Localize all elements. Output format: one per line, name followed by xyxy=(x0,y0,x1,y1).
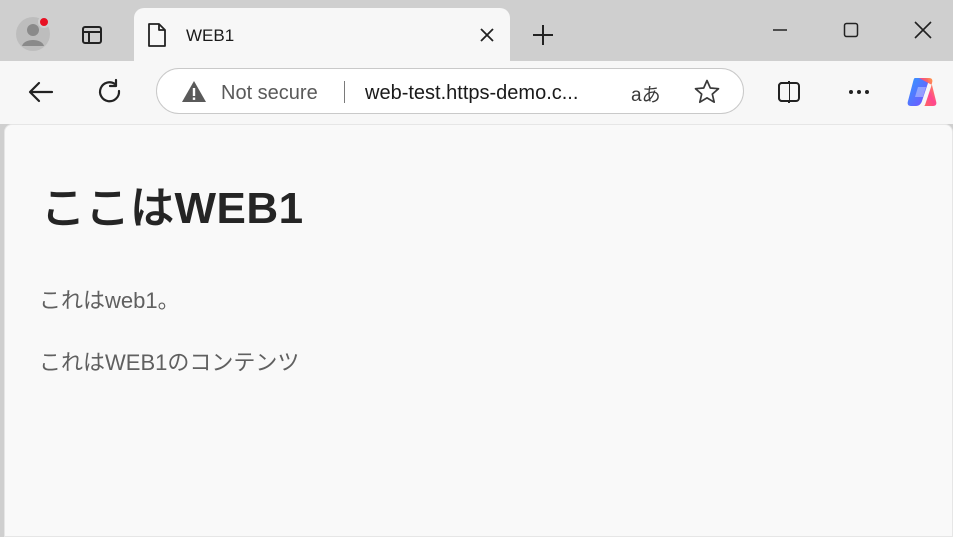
tab-actions-button[interactable] xyxy=(77,20,107,50)
url-text[interactable]: web-test.https-demo.c... xyxy=(365,82,578,105)
close-icon xyxy=(914,21,932,39)
web-page-content: ここはWEB1 これはweb1。 これはWEB1のコンテンツ xyxy=(4,124,953,537)
refresh-button[interactable] xyxy=(93,75,127,109)
address-separator xyxy=(344,81,345,103)
settings-more-button[interactable] xyxy=(842,75,876,109)
refresh-icon xyxy=(98,78,121,103)
tab-actions-icon xyxy=(82,26,102,44)
copilot-button[interactable] xyxy=(905,75,939,109)
paragraph-1: これはweb1。 xyxy=(39,288,180,313)
close-icon xyxy=(480,28,494,42)
maximize-button[interactable] xyxy=(829,14,873,46)
back-arrow-icon xyxy=(28,81,54,103)
maximize-icon xyxy=(843,22,859,38)
tab-web1[interactable]: WEB1 xyxy=(134,8,510,61)
browser-toolbar: Not secure web-test.https-demo.c... aあ xyxy=(0,61,953,124)
back-button[interactable] xyxy=(24,75,58,109)
page-heading: ここはWEB1 xyxy=(41,184,304,233)
page-icon xyxy=(148,23,166,47)
more-dots-icon xyxy=(849,90,869,94)
split-screen-button[interactable] xyxy=(772,75,806,109)
minimize-button[interactable] xyxy=(758,14,802,46)
minimize-icon xyxy=(773,29,787,31)
security-status[interactable]: Not secure xyxy=(221,82,318,105)
tab-bar: WEB1 xyxy=(0,0,953,61)
tab-title: WEB1 xyxy=(186,26,235,45)
address-bar[interactable]: Not secure web-test.https-demo.c... aあ xyxy=(156,68,744,114)
profile-button[interactable] xyxy=(15,16,51,52)
copilot-icon xyxy=(907,78,937,106)
tab-close-button[interactable] xyxy=(476,24,498,46)
window-close-button[interactable] xyxy=(901,14,945,46)
favorite-star-icon[interactable] xyxy=(693,78,721,106)
split-screen-icon xyxy=(778,81,800,103)
warning-icon[interactable] xyxy=(181,80,207,104)
plus-icon xyxy=(533,25,553,45)
paragraph-2: これはWEB1のコンテンツ xyxy=(39,350,300,375)
profile-avatar-icon xyxy=(16,16,50,51)
new-tab-button[interactable] xyxy=(528,20,558,50)
translate-button[interactable]: aあ xyxy=(631,80,661,107)
